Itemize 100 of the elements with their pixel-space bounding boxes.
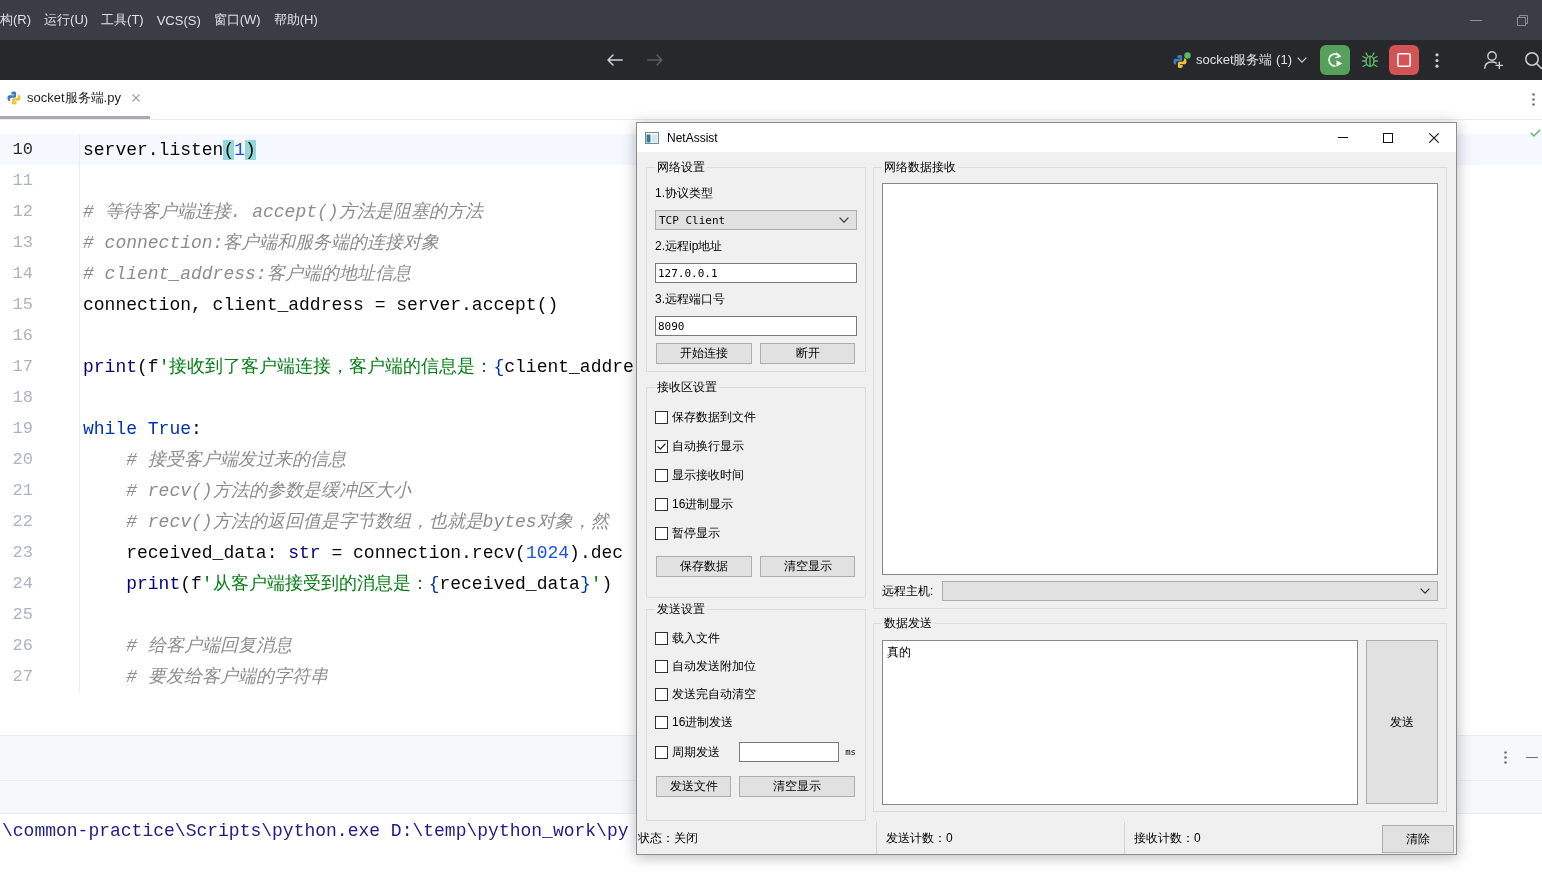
checkbox[interactable] xyxy=(655,687,668,701)
code-line: connection, client_address = server.accept() xyxy=(83,293,559,317)
checkbox-label[interactable]: 显示接收时间 xyxy=(672,467,744,484)
line-number: 12 xyxy=(12,202,33,221)
window-title: NetAssist xyxy=(667,130,718,145)
interval-input[interactable] xyxy=(739,742,840,762)
checkbox-label[interactable]: 暂停显示 xyxy=(672,525,720,542)
input-field[interactable]: 8090 xyxy=(655,316,857,336)
line-number: 13 xyxy=(12,233,33,252)
checkbox-label[interactable]: 载入文件 xyxy=(672,629,720,647)
python-icon xyxy=(7,91,21,105)
chevron-down-icon[interactable] xyxy=(839,217,849,223)
line-number: 10 xyxy=(12,140,33,159)
line-number: 27 xyxy=(12,667,33,686)
code-line: print(f'接收到了客户端连接，客户端的信息是：{client_addre xyxy=(83,355,634,379)
group-title: 接收区设置 xyxy=(656,379,718,395)
line-number: 14 xyxy=(12,264,33,283)
checkbox-label[interactable]: 周期发送 xyxy=(672,743,720,761)
checkbox-label[interactable]: 保存数据到文件 xyxy=(672,409,756,426)
menu-item[interactable]: VCS(S) xyxy=(156,12,201,28)
field-label: 3.远程端口号 xyxy=(655,291,725,307)
check-icon[interactable] xyxy=(1530,129,1541,137)
menu-item[interactable]: 运行(U) xyxy=(44,11,89,29)
console-output: \common-practice\Scripts\python.exe D:\temp\python_work\py xyxy=(2,819,629,843)
python-icon[interactable] xyxy=(1172,51,1191,69)
checkbox[interactable] xyxy=(655,659,668,673)
more-options-icon[interactable] xyxy=(1435,52,1439,68)
send-text-area[interactable]: 真的 xyxy=(882,640,1358,805)
field-label: 远程主机: xyxy=(882,582,935,600)
status-text: 接收计数：0 xyxy=(1134,829,1201,847)
search-icon[interactable] xyxy=(1525,51,1542,69)
code-line: # connection:客户端和服务端的连接对象 xyxy=(83,231,440,255)
checkbox[interactable] xyxy=(655,631,668,645)
action-button[interactable]: 保存数据 xyxy=(656,556,752,577)
line-number: 17 xyxy=(12,357,33,376)
line-number: 22 xyxy=(12,512,33,531)
checkbox[interactable] xyxy=(655,527,668,540)
code-line: server.listen(1) xyxy=(83,138,256,162)
checkbox[interactable] xyxy=(655,498,668,511)
line-number: 11 xyxy=(12,171,33,190)
run-configuration-selector[interactable]: socket服务端 (1) xyxy=(1195,51,1292,69)
code-line: # recv()方法的参数是缓冲区大小 xyxy=(126,479,411,503)
checkbox[interactable] xyxy=(655,411,668,424)
code-line: # recv()方法的返回值是字节数组，也就是bytes对象，然 xyxy=(126,510,609,534)
restore-icon[interactable] xyxy=(1517,14,1528,26)
code-line: print(f'从客户端接受到的消息是：{received_data}') xyxy=(126,572,613,596)
checkbox[interactable] xyxy=(655,440,668,453)
clear-button[interactable]: 清除 xyxy=(1382,825,1454,853)
rerun-button[interactable] xyxy=(1320,45,1350,75)
action-button[interactable]: 发送文件 xyxy=(656,776,731,797)
line-number: 20 xyxy=(12,450,33,469)
action-button[interactable]: 断开 xyxy=(760,343,855,364)
input-field[interactable]: 127.0.0.1 xyxy=(655,263,857,283)
tab-label[interactable]: socket服务端.py xyxy=(27,89,121,107)
back-arrow-icon[interactable] xyxy=(607,54,623,66)
maximize-icon[interactable] xyxy=(1383,132,1393,143)
add-user-icon[interactable] xyxy=(1484,51,1503,69)
stop-button[interactable] xyxy=(1389,45,1419,75)
line-number: 23 xyxy=(12,543,33,562)
send-button[interactable]: 发送 xyxy=(1366,640,1438,804)
group-title: 网络数据接收 xyxy=(883,159,957,175)
code-line: # 接受客户端发过来的信息 xyxy=(126,448,346,472)
field-label: 2.远程ip地址 xyxy=(655,238,723,254)
rerun-icon xyxy=(1327,52,1343,68)
checkbox[interactable] xyxy=(655,469,668,482)
menu-item[interactable]: 窗口(W) xyxy=(213,11,261,29)
field-label: 1.协议类型 xyxy=(655,185,713,201)
action-button[interactable]: 清空显示 xyxy=(739,776,855,797)
code-line: # 给客户端回复消息 xyxy=(126,634,292,658)
checkmark-icon xyxy=(657,443,666,450)
line-number: 25 xyxy=(12,605,33,624)
menu-item[interactable]: 工具(T) xyxy=(101,11,144,29)
chevron-down-icon[interactable] xyxy=(1420,588,1430,594)
group-title: 网络设置 xyxy=(656,159,706,175)
group-title: 发送设置 xyxy=(656,601,706,617)
protocol-select[interactable]: TCP Client xyxy=(655,210,857,230)
code-line: # 要发给客户端的字符串 xyxy=(126,665,328,689)
status-text: 发送计数：0 xyxy=(886,829,953,847)
stop-icon xyxy=(1397,53,1411,67)
checkbox-label[interactable]: 16进制发送 xyxy=(672,713,734,731)
bug-icon[interactable] xyxy=(1362,52,1378,68)
status-text: 状态：关闭 xyxy=(638,829,698,847)
checkbox[interactable] xyxy=(655,745,668,759)
more-options-icon[interactable] xyxy=(1532,93,1535,106)
action-button[interactable]: 清空显示 xyxy=(760,556,855,577)
checkbox-label[interactable]: 发送完自动清空 xyxy=(672,685,756,703)
checkbox-label[interactable]: 自动换行显示 xyxy=(672,438,744,455)
close-icon[interactable] xyxy=(1429,132,1439,143)
line-number: 24 xyxy=(12,574,33,593)
more-options-icon[interactable] xyxy=(1504,751,1507,764)
checkbox[interactable] xyxy=(655,715,668,729)
code-line: while True: xyxy=(83,417,202,441)
code-line: # 等待客户端连接. accept()方法是阻塞的方法 xyxy=(83,200,483,224)
code-line: # client_address:客户端的地址信息 xyxy=(83,262,411,286)
action-button[interactable]: 开始连接 xyxy=(656,343,752,364)
minimize-icon[interactable] xyxy=(1470,19,1482,21)
menu-item[interactable]: 帮助(H) xyxy=(273,11,318,29)
checkbox-label[interactable]: 自动发送附加位 xyxy=(672,657,756,675)
menu-item[interactable]: 构(R) xyxy=(0,11,32,29)
checkbox-label[interactable]: 16进制显示 xyxy=(672,496,734,513)
